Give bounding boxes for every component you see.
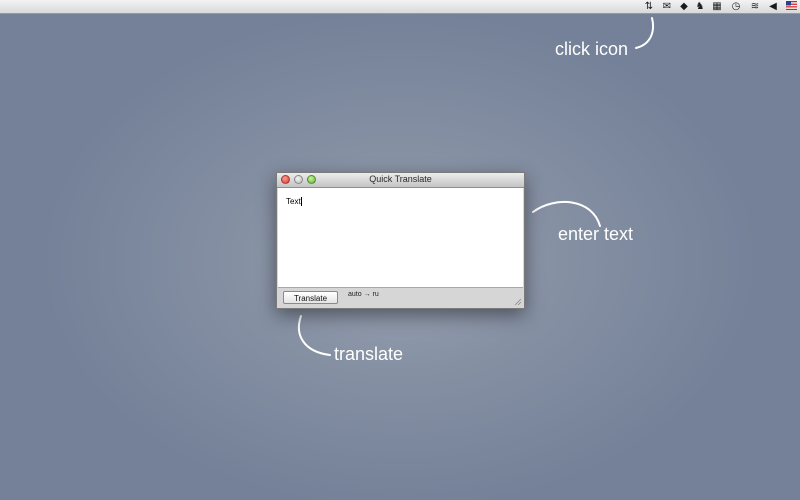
source-text-area[interactable]: Text	[278, 188, 523, 288]
click-icon-annotation: click icon	[555, 39, 629, 59]
source-text-value: Text	[286, 197, 301, 206]
click-icon-curve	[635, 17, 655, 49]
language-pair: auto → ru	[348, 291, 379, 298]
text-caret	[300, 197, 302, 206]
window-title: Quick Translate	[369, 174, 432, 184]
quick-translate-window: Quick Translate Text Translate auto → ru	[276, 172, 525, 309]
translate-button[interactable]: Translate	[283, 291, 338, 304]
resize-grip-icon[interactable]	[514, 298, 522, 306]
translate-curve	[297, 315, 331, 356]
enter-text-curve	[532, 200, 601, 227]
title-bar[interactable]: Quick Translate	[277, 173, 524, 188]
enter-text-annotation: enter text	[558, 224, 634, 244]
translate-annotation: translate	[334, 344, 404, 364]
